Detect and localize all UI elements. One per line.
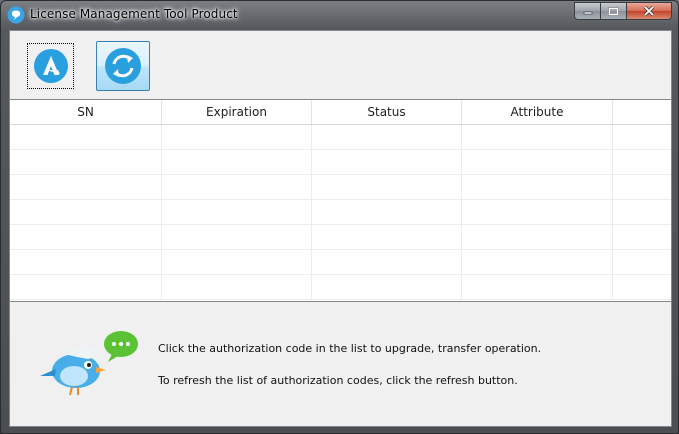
table-cell [613, 125, 671, 150]
refresh-button[interactable] [96, 41, 150, 91]
upgrade-button[interactable] [27, 43, 74, 89]
refresh-icon [105, 48, 141, 84]
close-icon [643, 6, 655, 16]
table-cell [462, 175, 613, 200]
column-header-status[interactable]: Status [312, 100, 462, 124]
client-area: SN Expiration Status Attribute Click the… [9, 30, 672, 427]
table-cell [613, 175, 671, 200]
table-cell [10, 225, 162, 250]
table-cell [312, 225, 462, 250]
table-cell [312, 250, 462, 275]
table-cell [162, 175, 312, 200]
table-cell [10, 275, 162, 300]
table-row[interactable] [10, 125, 671, 150]
help-text-line-1: Click the authorization code in the list… [158, 342, 542, 355]
table-cell [462, 275, 613, 300]
maximize-button[interactable] [601, 2, 627, 20]
table-row[interactable] [10, 225, 671, 250]
table-cell [613, 200, 671, 225]
table-cell [462, 225, 613, 250]
close-button[interactable] [627, 2, 672, 20]
table-header: SN Expiration Status Attribute [10, 100, 671, 125]
table-cell [613, 150, 671, 175]
app-window: License Management Tool Product SN Expir… [0, 0, 679, 434]
table-cell [162, 250, 312, 275]
table-cell [462, 125, 613, 150]
title-bar[interactable]: License Management Tool Product [1, 1, 678, 29]
table-cell [162, 125, 312, 150]
window-title: License Management Tool Product [30, 7, 238, 21]
table-row[interactable] [10, 275, 671, 300]
upgrade-arrow-icon [33, 49, 68, 83]
table-cell [613, 225, 671, 250]
table-cell [613, 275, 671, 300]
minimize-button[interactable] [574, 2, 601, 20]
table-cell [162, 225, 312, 250]
table-row[interactable] [10, 250, 671, 275]
table-cell [10, 250, 162, 275]
maximize-icon [608, 6, 619, 16]
table-cell [462, 250, 613, 275]
caption-buttons [574, 2, 672, 21]
table-row[interactable] [10, 200, 671, 225]
table-cell [10, 200, 162, 225]
table-cell [613, 250, 671, 275]
table-cell [312, 275, 462, 300]
table-cell [462, 200, 613, 225]
help-text-line-2: To refresh the list of authorization cod… [158, 374, 518, 387]
minimize-icon [583, 11, 592, 15]
license-table[interactable]: SN Expiration Status Attribute [10, 99, 671, 302]
table-cell [462, 150, 613, 175]
column-header-sn[interactable]: SN [10, 100, 162, 124]
table-cell [162, 200, 312, 225]
bird-mascot-icon [40, 331, 138, 396]
table-cell [10, 125, 162, 150]
table-cell [312, 125, 462, 150]
app-logo-icon [7, 6, 25, 24]
table-cell [312, 150, 462, 175]
table-cell [312, 200, 462, 225]
column-header-expiration[interactable]: Expiration [162, 100, 312, 124]
column-header-attribute[interactable]: Attribute [462, 100, 613, 124]
table-row[interactable] [10, 175, 671, 200]
column-header-filler [613, 100, 671, 124]
table-cell [10, 175, 162, 200]
table-cell [10, 150, 162, 175]
table-cell [162, 150, 312, 175]
table-cell [312, 175, 462, 200]
table-cell [162, 275, 312, 300]
table-row[interactable] [10, 150, 671, 175]
